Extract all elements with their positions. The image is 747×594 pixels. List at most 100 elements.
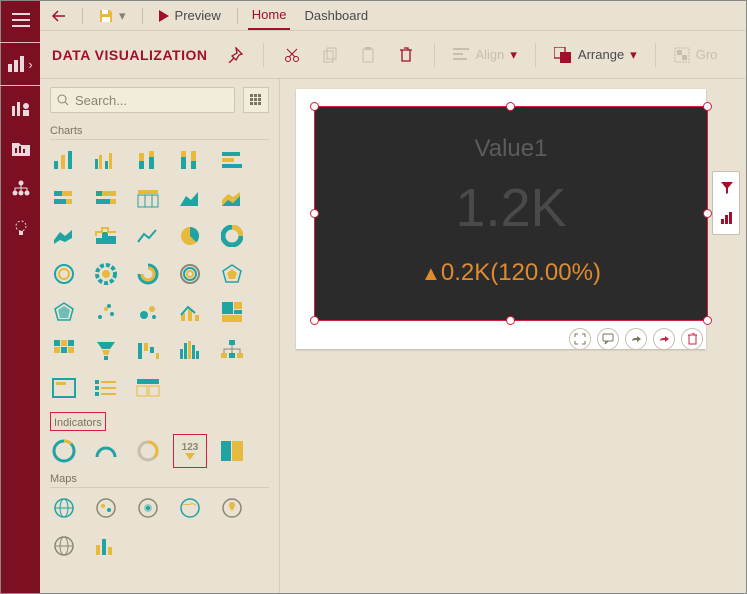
chart-bar-stacked-icon[interactable] (134, 146, 162, 174)
chart-kanban-icon[interactable] (134, 374, 162, 402)
indicator-gauge-half-icon[interactable] (92, 437, 120, 465)
ribbon-toolbar: DATA VISUALIZATION Align ▾ Arrange ▾ Gro (40, 31, 746, 79)
paste-icon[interactable] (358, 45, 378, 65)
widget-value: 1.2K (315, 177, 707, 239)
tab-home[interactable]: Home (248, 1, 291, 30)
widget-comment-icon[interactable] (597, 328, 619, 350)
chart-bubble-icon[interactable] (134, 298, 162, 326)
hamburger-menu-icon[interactable] (10, 9, 32, 31)
copy-icon[interactable] (320, 45, 340, 65)
arrange-dropdown[interactable]: Arrange ▾ (554, 47, 637, 63)
chart-hbar-icon[interactable] (218, 146, 246, 174)
indicator-gauge-full-icon[interactable] (50, 437, 78, 465)
chart-line-icon[interactable] (134, 222, 162, 250)
group-dropdown[interactable]: Gro (674, 47, 718, 63)
number-indicator-widget[interactable]: Value1 1.2K ▲0.2K(120.00%) (314, 106, 708, 321)
chart-radial-icon[interactable] (134, 260, 162, 288)
pin-icon[interactable] (225, 45, 245, 65)
chart-treemap-icon[interactable] (218, 298, 246, 326)
preview-button[interactable]: Preview (153, 8, 227, 23)
chart-area-icon[interactable] (176, 184, 204, 212)
widget-share-icon[interactable] (625, 328, 647, 350)
map-pin-icon[interactable] (218, 494, 246, 522)
maps-grid (50, 494, 269, 560)
chart-hbar-stacked-icon[interactable] (50, 184, 78, 212)
chart-scatter-icon[interactable] (92, 298, 120, 326)
chart-org-icon[interactable] (218, 336, 246, 364)
delete-icon[interactable] (396, 45, 416, 65)
search-input[interactable]: Search... (50, 87, 235, 113)
chart-heatmap-icon[interactable] (50, 336, 78, 364)
chart-bar-icon[interactable] (50, 146, 78, 174)
widget-floating-toolbar (569, 328, 703, 350)
chart-multi-donut-icon[interactable] (176, 260, 204, 288)
rail-hierarchy-icon[interactable] (10, 177, 32, 199)
rail-folder-chart-icon[interactable] (10, 137, 32, 159)
chart-combo-icon[interactable] (176, 298, 204, 326)
chart-donut-icon[interactable] (218, 222, 246, 250)
map-plain-icon[interactable] (50, 532, 78, 560)
rail-lightbulb-icon[interactable] (10, 217, 32, 239)
chart-radar-filled-icon[interactable] (50, 298, 78, 326)
chart-sunburst-icon[interactable] (92, 260, 120, 288)
indicator-progress-icon[interactable] (134, 437, 162, 465)
preview-label: Preview (175, 8, 221, 23)
chart-radar-icon[interactable] (218, 260, 246, 288)
rail-visualization-icon[interactable]: › (6, 49, 36, 79)
resize-handle[interactable] (703, 316, 712, 325)
arrange-label: Arrange (578, 47, 624, 62)
indicators-grid: 123 (50, 437, 269, 465)
resize-handle[interactable] (310, 102, 319, 111)
align-label: Align (475, 47, 504, 62)
section-indicators-label: Indicators (54, 417, 102, 429)
right-tab-filter-icon[interactable] (717, 178, 737, 198)
rail-people-chart-icon[interactable] (10, 97, 32, 119)
resize-handle[interactable] (703, 102, 712, 111)
map-heat-icon[interactable] (134, 494, 162, 522)
section-charts-label: Charts (50, 125, 269, 140)
resize-handle[interactable] (310, 316, 319, 325)
app-titlebar: ▾ Preview Home Dashboard (40, 1, 746, 31)
chart-bar-100-icon[interactable] (176, 146, 204, 174)
widget-fullscreen-icon[interactable] (569, 328, 591, 350)
chart-list-icon[interactable] (92, 374, 120, 402)
map-bar-icon[interactable] (92, 532, 120, 560)
chart-area-step-icon[interactable] (92, 222, 120, 250)
chart-funnel-icon[interactable] (92, 336, 120, 364)
back-arrow-icon[interactable] (46, 10, 72, 22)
artboard[interactable]: Value1 1.2K ▲0.2K(120.00%) (296, 89, 706, 349)
widget-export-icon[interactable] (653, 328, 675, 350)
chart-pie-icon[interactable] (176, 222, 204, 250)
resize-handle[interactable] (506, 102, 515, 111)
group-label: Gro (696, 47, 718, 62)
chart-donut-multi-icon[interactable] (50, 260, 78, 288)
widget-label: Value1 (315, 135, 707, 163)
map-bubble-icon[interactable] (92, 494, 120, 522)
indicator-number-icon[interactable]: 123 (176, 437, 204, 465)
widget-delete-icon[interactable] (681, 328, 703, 350)
panel-title: DATA VISUALIZATION (52, 47, 207, 63)
resize-handle[interactable] (506, 316, 515, 325)
chart-waterfall-icon[interactable] (134, 336, 162, 364)
right-tab-chart-icon[interactable] (717, 208, 737, 228)
map-basic-icon[interactable] (50, 494, 78, 522)
map-choropleth-icon[interactable] (176, 494, 204, 522)
save-icon[interactable]: ▾ (93, 8, 132, 24)
view-grid-toggle[interactable] (243, 87, 269, 113)
indicator-kpi-icon[interactable] (218, 437, 246, 465)
design-canvas[interactable]: Value1 1.2K ▲0.2K(120.00%) (280, 79, 746, 593)
chart-table-icon[interactable] (134, 184, 162, 212)
cut-icon[interactable] (282, 45, 302, 65)
section-maps-label: Maps (50, 473, 269, 488)
align-dropdown[interactable]: Align ▾ (453, 47, 516, 63)
chart-area-stacked-icon[interactable] (218, 184, 246, 212)
chart-card-icon[interactable] (50, 374, 78, 402)
widget-delta: ▲0.2K(120.00%) (315, 259, 707, 287)
chart-histogram-icon[interactable] (176, 336, 204, 364)
chart-hbar-100-icon[interactable] (92, 184, 120, 212)
tab-dashboard[interactable]: Dashboard (300, 2, 372, 29)
chart-bar-grouped-icon[interactable] (92, 146, 120, 174)
chart-area-range-icon[interactable] (50, 222, 78, 250)
visualization-panel: Search... Charts (40, 79, 280, 593)
right-tool-tabs (712, 171, 740, 235)
